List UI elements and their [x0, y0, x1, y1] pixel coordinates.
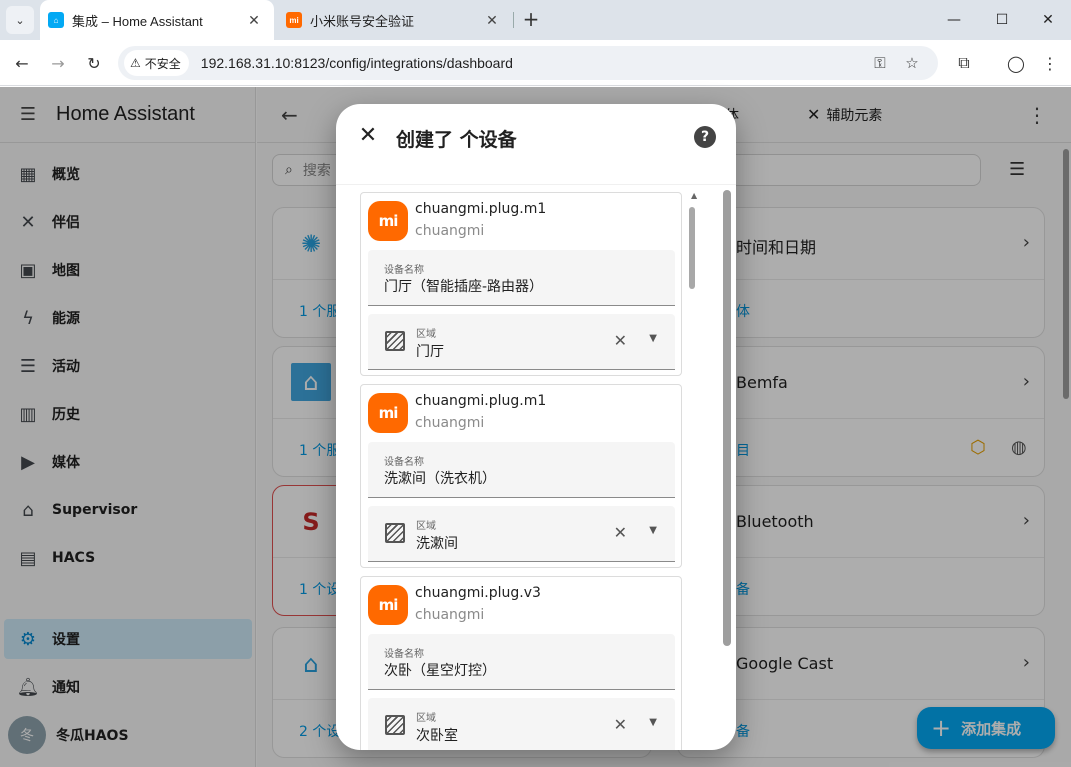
devices-created-dialog: ✕ 创建了 个设备 ? mi chuangmi.plug.m1 chuangmi… — [336, 104, 736, 750]
forward-icon[interactable]: → — [44, 49, 72, 77]
browser-toolbar: ← → ↻ ⚠ 不安全 192.168.31.10:8123/config/in… — [0, 40, 1071, 86]
area-picker[interactable]: 区域 门厅 ✕ ▼ — [368, 314, 675, 370]
scroll-up-arrow-icon[interactable]: ▲ — [691, 191, 697, 200]
url-text[interactable]: 192.168.31.10:8123/config/integrations/d… — [201, 55, 513, 71]
dialog-title: 创建了 个设备 — [396, 129, 517, 151]
tab-title: 集成 – Home Assistant — [72, 13, 203, 29]
device-card: mi chuangmi.plug.m1 chuangmi 设备名称 洗漱间（洗衣… — [360, 384, 682, 568]
tab-close-icon[interactable]: ✕ — [244, 12, 264, 29]
tab-close-icon[interactable]: ✕ — [482, 12, 502, 29]
browser-menu-icon[interactable]: ⋮ — [1036, 49, 1064, 77]
back-icon[interactable]: ← — [8, 49, 36, 77]
xiaomi-favicon-icon: mi — [286, 12, 302, 28]
area-picker[interactable]: 区域 次卧室 ✕ ▼ — [368, 698, 675, 750]
xiaomi-logo-icon: mi — [368, 585, 408, 625]
device-name-field[interactable]: 设备名称 次卧（星空灯控） — [368, 634, 675, 690]
device-manufacturer: chuangmi — [415, 607, 485, 623]
device-manufacturer: chuangmi — [415, 223, 485, 239]
field-label: 设备名称 — [384, 265, 424, 276]
field-label: 设备名称 — [384, 457, 424, 468]
profile-icon[interactable]: ◯ — [1002, 49, 1030, 77]
bookmark-star-icon[interactable]: ☆ — [902, 53, 922, 73]
home-assistant-favicon-icon: ⌂ — [48, 12, 64, 28]
clear-icon[interactable]: ✕ — [614, 715, 627, 734]
field-value: 洗漱间 — [416, 536, 458, 552]
new-tab-button[interactable]: + — [520, 8, 542, 32]
device-model: chuangmi.plug.v3 — [415, 585, 541, 601]
clear-icon[interactable]: ✕ — [614, 331, 627, 350]
dropdown-arrow-icon[interactable]: ▼ — [649, 717, 657, 728]
clear-icon[interactable]: ✕ — [614, 523, 627, 542]
reload-icon[interactable]: ↻ — [80, 49, 108, 77]
key-icon[interactable]: ⚿ — [870, 53, 890, 73]
help-icon[interactable]: ? — [694, 126, 716, 148]
field-label: 区域 — [416, 521, 436, 532]
tab-search-button[interactable]: ⌄ — [6, 6, 34, 34]
tab-separator — [513, 12, 514, 28]
insecure-label: 不安全 — [144, 56, 181, 71]
tab-title: 小米账号安全验证 — [310, 13, 415, 29]
close-icon[interactable]: ✕ — [356, 124, 380, 148]
dialog-body: mi chuangmi.plug.m1 chuangmi 设备名称 门厅（智能插… — [336, 184, 736, 750]
security-chip[interactable]: ⚠ 不安全 — [124, 50, 189, 76]
dropdown-arrow-icon[interactable]: ▼ — [649, 333, 657, 344]
field-value: 门厅（智能插座-路由器） — [384, 279, 544, 295]
device-list-scrollbar[interactable] — [689, 207, 695, 289]
area-picker[interactable]: 区域 洗漱间 ✕ ▼ — [368, 506, 675, 562]
browser-tab-xiaomi[interactable]: mi 小米账号安全验证 ✕ — [278, 0, 512, 40]
device-model: chuangmi.plug.m1 — [415, 393, 547, 409]
dialog-scrollbar[interactable] — [723, 190, 731, 646]
device-card: mi chuangmi.plug.v3 chuangmi 设备名称 次卧（星空灯… — [360, 576, 682, 750]
close-window-icon[interactable]: ✕ — [1034, 6, 1062, 34]
device-name-field[interactable]: 设备名称 门厅（智能插座-路由器） — [368, 250, 675, 306]
field-label: 设备名称 — [384, 649, 424, 660]
browser-tab-strip: ⌄ ⌂ 集成 – Home Assistant ✕ mi 小米账号安全验证 ✕ … — [0, 0, 1071, 40]
device-name-field[interactable]: 设备名称 洗漱间（洗衣机） — [368, 442, 675, 498]
device-manufacturer: chuangmi — [415, 415, 485, 431]
dialog-header: ✕ 创建了 个设备 ? — [336, 104, 736, 172]
maximize-icon[interactable]: ☐ — [988, 6, 1016, 34]
field-value: 次卧室 — [416, 728, 458, 744]
field-value: 门厅 — [416, 344, 444, 360]
xiaomi-logo-icon: mi — [368, 201, 408, 241]
field-value: 洗漱间（洗衣机） — [384, 471, 496, 487]
device-card: mi chuangmi.plug.m1 chuangmi 设备名称 门厅（智能插… — [360, 192, 682, 376]
xiaomi-logo-icon: mi — [368, 393, 408, 433]
address-bar[interactable]: ⚠ 不安全 192.168.31.10:8123/config/integrat… — [118, 46, 938, 80]
area-icon — [385, 523, 405, 543]
field-value: 次卧（星空灯控） — [384, 663, 496, 679]
field-label: 区域 — [416, 713, 436, 724]
field-label: 区域 — [416, 329, 436, 340]
warning-icon: ⚠ — [130, 56, 141, 70]
area-icon — [385, 331, 405, 351]
dropdown-arrow-icon[interactable]: ▼ — [649, 525, 657, 536]
minimize-icon[interactable]: — — [940, 6, 968, 34]
area-icon — [385, 715, 405, 735]
device-model: chuangmi.plug.m1 — [415, 201, 547, 217]
extensions-icon[interactable]: ⧉ — [950, 49, 978, 77]
browser-tab-home-assistant[interactable]: ⌂ 集成 – Home Assistant ✕ — [40, 0, 274, 40]
